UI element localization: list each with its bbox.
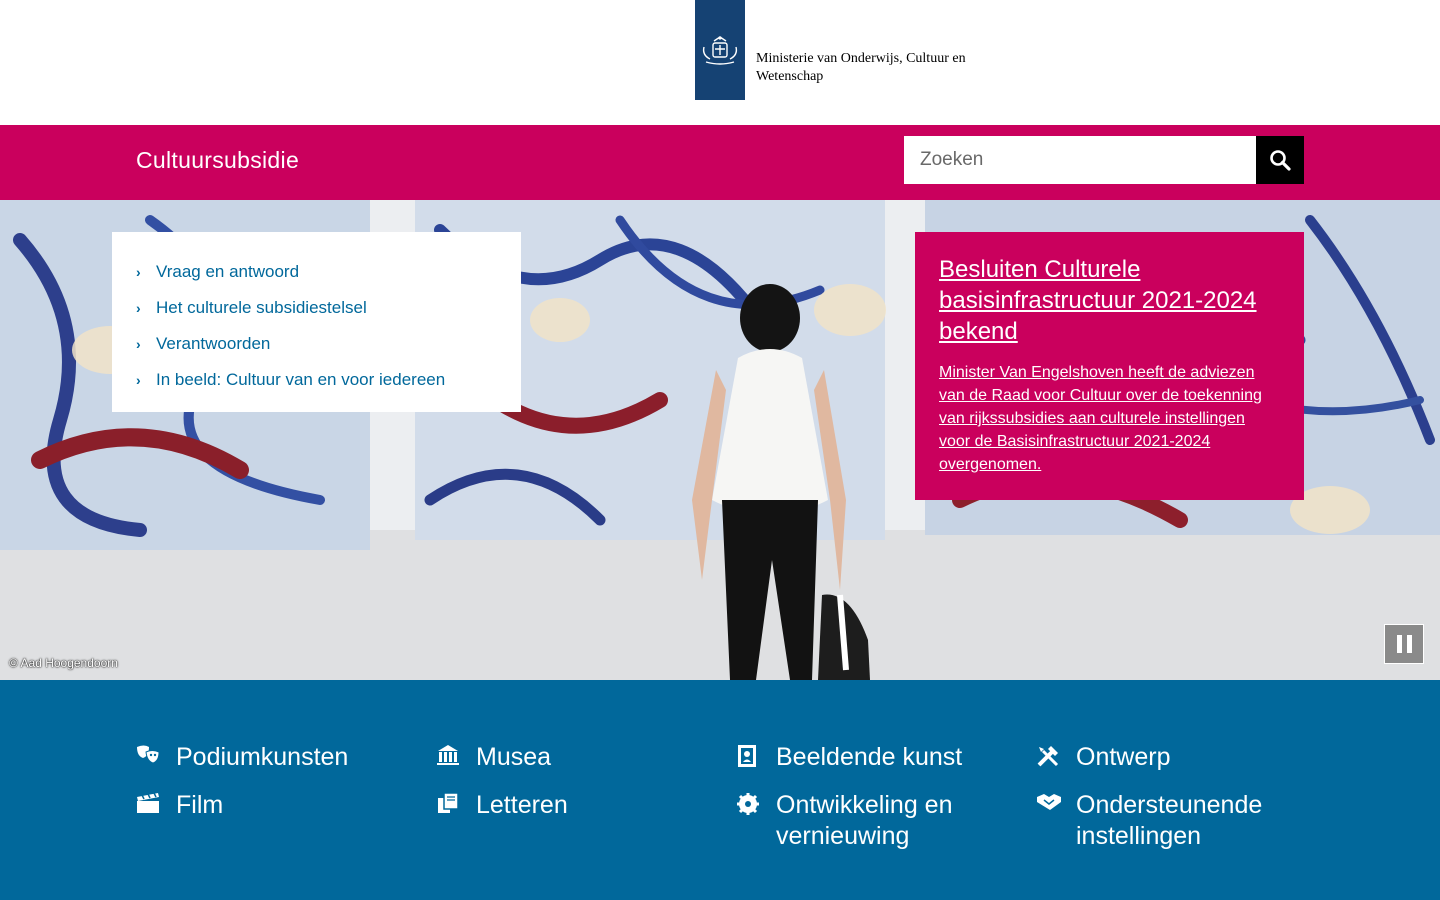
site-title[interactable]: Cultuursubsidie xyxy=(136,147,299,174)
category-label: Ontwikkeling en vernieuwing xyxy=(776,791,953,850)
coat-of-arms-icon xyxy=(702,36,738,65)
chevron-right-icon: › xyxy=(136,372,141,388)
category-label: Ontwerp xyxy=(1076,743,1171,771)
category-beeldende-kunst[interactable]: Beeldende kunst xyxy=(736,742,1006,773)
site-header: Ministerie van Onderwijs, Cultuur en Wet… xyxy=(0,0,1440,125)
nav-link-label: In beeld: Cultuur van en voor iedereen xyxy=(156,370,446,389)
nav-link-verantwoorden[interactable]: › Verantwoorden xyxy=(136,326,497,362)
handshake-icon xyxy=(1036,790,1076,816)
books-icon xyxy=(436,790,476,816)
category-musea[interactable]: Musea xyxy=(436,742,706,773)
chevron-right-icon: › xyxy=(136,264,141,280)
film-clapper-icon xyxy=(136,790,176,816)
slideshow-pause-button[interactable] xyxy=(1384,624,1424,664)
category-label: Film xyxy=(176,791,224,819)
quick-links-panel: › Vraag en antwoord › Het culturele subs… xyxy=(112,232,521,412)
nav-link-subsidiestelsel[interactable]: › Het culturele subsidiestelsel xyxy=(136,290,497,326)
category-label: Podiumkunsten xyxy=(176,743,349,771)
search-input[interactable] xyxy=(904,136,1256,184)
photo-credit: © Aad Hoogendoorn xyxy=(9,656,118,670)
nav-link-label: Het culturele subsidiestelsel xyxy=(156,298,367,317)
hero-banner: › Vraag en antwoord › Het culturele subs… xyxy=(0,200,1440,680)
ministry-name: Ministerie van Onderwijs, Cultuur en Wet… xyxy=(756,51,966,84)
featured-news-card: Besluiten Culturele basisinfrastructuur … xyxy=(915,232,1304,500)
pause-icon xyxy=(1396,635,1402,653)
search-button[interactable] xyxy=(1256,136,1304,184)
category-label: Letteren xyxy=(476,791,568,819)
government-logo[interactable] xyxy=(695,0,745,100)
theater-masks-icon xyxy=(136,742,176,768)
nav-link-label: Verantwoorden xyxy=(156,334,271,353)
chevron-right-icon: › xyxy=(136,336,141,352)
category-label: Beeldende kunst xyxy=(776,743,963,771)
category-label: Musea xyxy=(476,743,552,771)
category-grid: Podiumkunsten Musea Beeldende kunst Ontw… xyxy=(0,680,1440,900)
nav-link-label: Vraag en antwoord xyxy=(156,262,300,281)
category-ontwikkeling-en-vernieuwing[interactable]: Ontwikkeling en vernieuwing xyxy=(736,790,1006,852)
category-label: Ondersteunende instellingen xyxy=(1076,791,1263,850)
art-frame-icon xyxy=(736,742,776,768)
nav-link-in-beeld[interactable]: › In beeld: Cultuur van en voor iedereen xyxy=(136,362,497,398)
category-ontwerp[interactable]: Ontwerp xyxy=(1036,742,1306,773)
featured-news-summary-link[interactable]: Minister Van Engelshoven heeft de adviez… xyxy=(939,361,1280,476)
category-podiumkunsten[interactable]: Podiumkunsten xyxy=(136,742,406,773)
site-navbar: Cultuursubsidie xyxy=(0,125,1440,200)
innovation-icon xyxy=(736,790,776,816)
museum-icon xyxy=(436,742,476,768)
design-tools-icon xyxy=(1036,742,1076,768)
nav-link-vraag-en-antwoord[interactable]: › Vraag en antwoord xyxy=(136,254,497,290)
search-icon xyxy=(1270,150,1291,171)
featured-news-title-link[interactable]: Besluiten Culturele basisinfrastructuur … xyxy=(939,254,1280,347)
chevron-right-icon: › xyxy=(136,300,141,316)
category-letteren[interactable]: Letteren xyxy=(436,790,706,821)
category-film[interactable]: Film xyxy=(136,790,406,821)
category-ondersteunende-instellingen[interactable]: Ondersteunende instellingen xyxy=(1036,790,1306,852)
